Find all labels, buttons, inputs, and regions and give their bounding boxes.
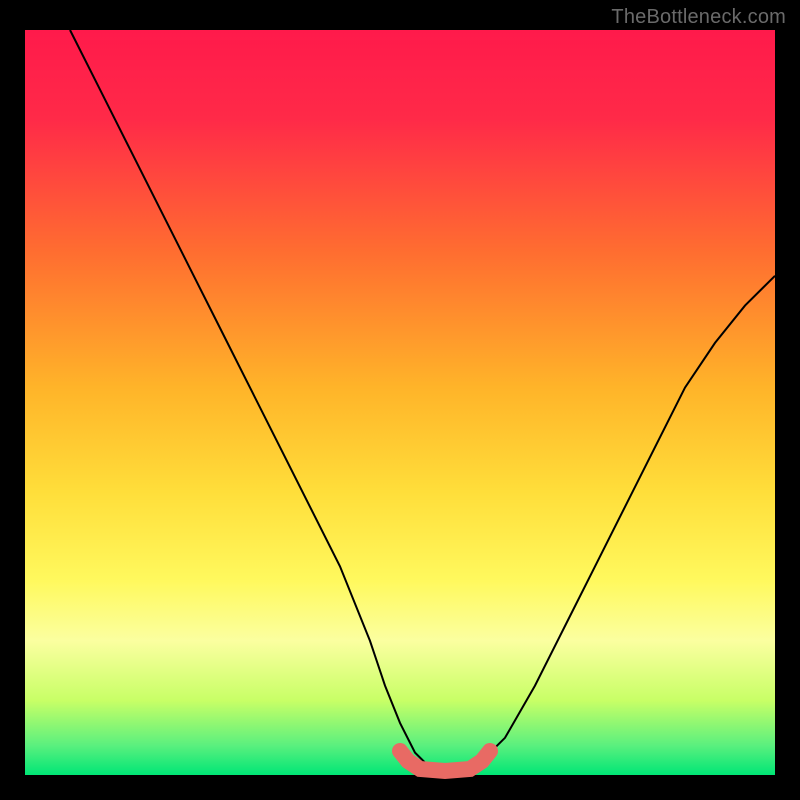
watermark-text: TheBottleneck.com xyxy=(611,6,786,29)
chart-frame: TheBottleneck.com xyxy=(0,0,800,800)
bottleneck-chart-svg xyxy=(0,0,800,800)
plot-gradient-area xyxy=(25,30,775,775)
